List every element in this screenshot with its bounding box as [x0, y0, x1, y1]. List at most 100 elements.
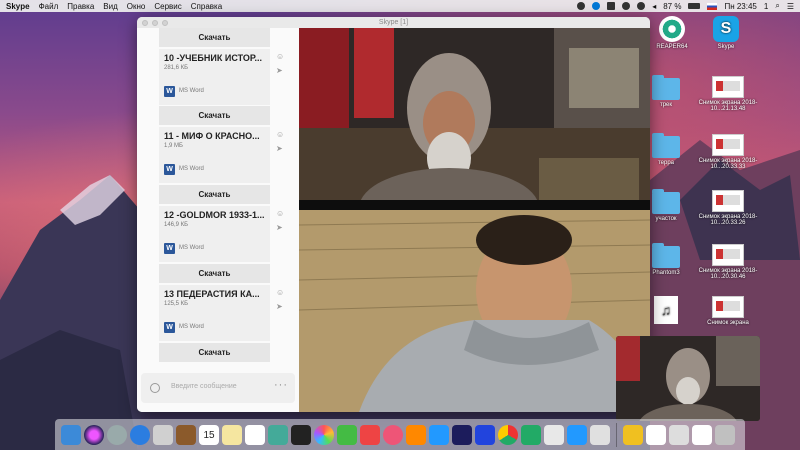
- calendar-icon[interactable]: 15: [199, 424, 219, 445]
- screenshot-icon: [712, 244, 744, 266]
- desktop-icon-skype[interactable]: S Skype: [696, 16, 756, 50]
- skype-window[interactable]: Skype [1] Скачать 10 -УЧЕБНИК ИСТОР... 2…: [137, 17, 650, 412]
- forward-icon[interactable]: ➤: [276, 302, 283, 311]
- menu-clock[interactable]: Пн 23:45: [724, 2, 756, 11]
- premiere-icon[interactable]: [452, 424, 472, 445]
- file-message[interactable]: 11 - МИФ О КРАСНО... 1,9 МБ W MS Word: [159, 127, 270, 183]
- music-note-icon: ♫: [654, 296, 678, 324]
- notes-icon[interactable]: [222, 424, 242, 445]
- menu-tools[interactable]: Сервис: [154, 2, 181, 11]
- search-icon[interactable]: ⌕: [775, 1, 779, 11]
- reaper-icon: [659, 16, 685, 42]
- chrome-icon[interactable]: [498, 424, 518, 445]
- folder-icon: [652, 133, 680, 158]
- window-title: Skype [1]: [378, 19, 409, 26]
- menu-app-skype[interactable]: Skype: [6, 2, 30, 11]
- more-icon[interactable]: ···: [274, 379, 288, 391]
- reminders-icon[interactable]: [245, 424, 265, 445]
- word-icon: W: [164, 322, 175, 333]
- file-message[interactable]: 10 -УЧЕБНИК ИСТОР... 281,6 КБ W MS Word: [159, 49, 270, 105]
- message-input[interactable]: Введите сообщение: [171, 383, 237, 390]
- message-composer[interactable]: Введите сообщение ···: [141, 373, 295, 403]
- menu-file[interactable]: Файл: [39, 2, 59, 11]
- siri-icon[interactable]: [84, 424, 104, 445]
- safari-icon[interactable]: [130, 424, 150, 445]
- download-button[interactable]: Скачать: [159, 106, 270, 125]
- display-icon[interactable]: [607, 2, 616, 10]
- volume-icon[interactable]: ◂: [652, 2, 656, 11]
- download-button[interactable]: Скачать: [159, 343, 270, 362]
- app-store-icon[interactable]: [429, 424, 449, 445]
- mail-icon[interactable]: [153, 424, 173, 445]
- pdf-icon[interactable]: [544, 424, 564, 445]
- emoji-react-icon[interactable]: ☺: [276, 288, 284, 297]
- battery-icon[interactable]: [688, 3, 701, 9]
- menu-window[interactable]: Окно: [127, 2, 146, 11]
- finder-icon[interactable]: [61, 424, 81, 445]
- downloads-stack-icon[interactable]: [646, 424, 666, 445]
- facetime-icon[interactable]: [337, 424, 357, 445]
- remote-video[interactable]: [299, 28, 650, 210]
- desktop-icon-reaper[interactable]: REAPER64: [642, 16, 702, 50]
- skype-dock-icon[interactable]: [567, 424, 587, 445]
- file-type: MS Word: [179, 88, 204, 94]
- contacts-icon[interactable]: [176, 424, 196, 445]
- file-type: MS Word: [179, 245, 204, 251]
- file-stack-icon[interactable]: [669, 424, 689, 445]
- notification-center-icon[interactable]: ☰: [787, 2, 794, 11]
- local-video[interactable]: [299, 210, 650, 412]
- emoji-icon[interactable]: [150, 383, 160, 393]
- download-button[interactable]: Скачать: [159, 264, 270, 283]
- skype-tray-icon[interactable]: [592, 2, 601, 10]
- window-titlebar[interactable]: Skype [1]: [137, 17, 650, 28]
- chat-panel: Скачать 10 -УЧЕБНИК ИСТОР... 281,6 КБ W …: [137, 28, 299, 412]
- ibooks-icon[interactable]: [406, 424, 426, 445]
- pip-video[interactable]: [616, 336, 760, 421]
- folder-icon: [652, 189, 680, 214]
- photos-icon[interactable]: [314, 424, 334, 445]
- download-button[interactable]: Скачать: [159, 28, 270, 47]
- preview-icon[interactable]: [590, 424, 610, 445]
- desktop-screenshot-4[interactable]: Снимок экрана 2018-10...20.30.46: [698, 244, 758, 280]
- file-message[interactable]: 13 ПЕДЕРАСТИЯ КА... 125,5 КБ W MS Word: [159, 285, 270, 341]
- file-size: 1,9 МБ: [164, 143, 183, 149]
- menu-edit[interactable]: Правка: [67, 2, 94, 11]
- status-area: ◂ 87 % Пн 23:45 1 ⌕ ☰: [577, 1, 794, 11]
- forward-icon[interactable]: ➤: [276, 66, 283, 75]
- emoji-react-icon[interactable]: ☺: [276, 209, 284, 218]
- emoji-react-icon[interactable]: ☺: [276, 130, 284, 139]
- file-type: MS Word: [179, 166, 204, 172]
- emoji-react-icon[interactable]: ☺: [276, 52, 284, 61]
- trash-icon[interactable]: [715, 424, 735, 445]
- launchpad-icon[interactable]: [107, 424, 127, 445]
- imovie-icon[interactable]: [475, 424, 495, 445]
- file-size: 125,5 КБ: [164, 301, 189, 307]
- file-size: 281,6 КБ: [164, 65, 189, 71]
- forward-icon[interactable]: ➤: [276, 223, 283, 232]
- file-name: 12 -GOLDMOR 1933-1...: [164, 210, 265, 220]
- documents-stack-icon[interactable]: [623, 424, 643, 445]
- photo-booth-icon[interactable]: [360, 424, 380, 445]
- download-button[interactable]: Скачать: [159, 185, 270, 204]
- input-source-flag-icon[interactable]: [707, 2, 718, 10]
- desktop-screenshot-5[interactable]: Снимок экрана: [698, 296, 758, 326]
- desktop-screenshot-2[interactable]: Снимок экрана 2018-10...20.33.33: [698, 134, 758, 170]
- finalcut-icon[interactable]: [291, 424, 311, 445]
- forward-icon[interactable]: ➤: [276, 144, 283, 153]
- desktop-screenshot-3[interactable]: Снимок экрана 2018-10...20.33.26: [698, 190, 758, 226]
- desktop-screenshot-1[interactable]: Снимок экрана 2018-10...21.13.48: [698, 76, 758, 112]
- numbers-icon[interactable]: [521, 424, 541, 445]
- menu-help[interactable]: Справка: [191, 2, 222, 11]
- screenshot-icon: [712, 76, 744, 98]
- screenshot-stack-icon[interactable]: [692, 424, 712, 445]
- menu-view[interactable]: Вид: [103, 2, 117, 11]
- battery-percent[interactable]: 87 %: [663, 2, 681, 11]
- record-icon[interactable]: [577, 2, 586, 10]
- bluetooth-icon[interactable]: [622, 2, 631, 10]
- itunes-icon[interactable]: [383, 424, 403, 445]
- file-message[interactable]: 12 -GOLDMOR 1933-1... 146,9 КБ W MS Word: [159, 206, 270, 262]
- maps-icon[interactable]: [268, 424, 288, 445]
- screenshot-icon: [712, 190, 744, 212]
- wifi-icon[interactable]: [637, 2, 646, 10]
- user-count[interactable]: 1: [764, 2, 768, 11]
